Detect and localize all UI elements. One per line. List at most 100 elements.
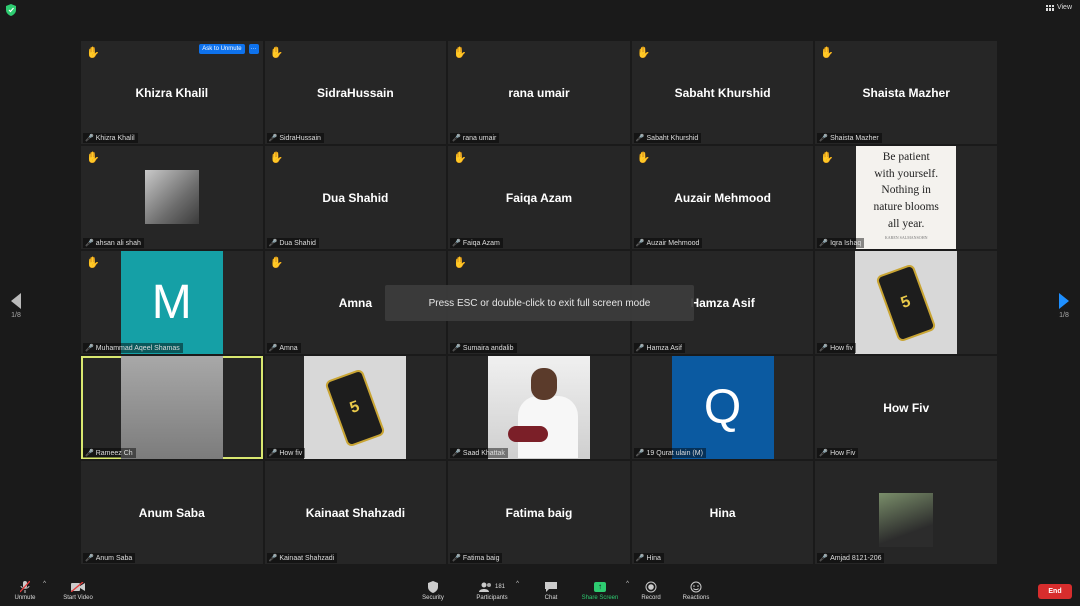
participant-tile[interactable]: Sabaht Khurshid ✋ 🎤 Sabaht Khurshid xyxy=(631,41,814,144)
participant-tile[interactable]: SidraHussain ✋ 🎤 SidraHussain xyxy=(264,41,447,144)
participant-tile[interactable]: Khizra Khalil ✋ Ask to Unmute ··· 🎤 Khizra Kh… xyxy=(81,41,263,144)
participant-name-tag: 🎤 Hina xyxy=(633,553,664,563)
page-indicator-right: 1/8 xyxy=(1059,312,1069,319)
quote-credit: KAREN SALMANSOHN xyxy=(884,235,928,241)
view-label: View xyxy=(1056,4,1072,11)
muted-mic-icon: 🎤 xyxy=(452,555,461,562)
participant-label: Sabaht Khurshid xyxy=(646,134,699,142)
participant-tile[interactable]: Fatima baig 🎤 Fatima baig xyxy=(448,461,630,564)
participant-tile[interactable]: 5 🎤 How fiv xyxy=(815,251,997,354)
participant-name-tag: 🎤 How Fiv xyxy=(817,448,859,458)
muted-mic-icon: 🎤 xyxy=(268,135,278,142)
participant-tile[interactable]: Be patient with yourself. Nothing in nature… xyxy=(815,146,997,249)
participant-label: Dua Shahid xyxy=(279,239,316,247)
participant-tile[interactable]: Q 🎤 19 Qurat ulain (M) xyxy=(631,356,814,459)
chevron-right-icon xyxy=(1059,293,1069,309)
participant-tile[interactable]: Dua Shahid ✋ 🎤 Dua Shahid xyxy=(264,146,447,249)
book-cover-image: 5 xyxy=(855,251,958,354)
muted-mic-icon: 🎤 xyxy=(635,555,645,562)
participant-tile[interactable]: Anum Saba 🎤 Anum Saba xyxy=(81,461,263,564)
participant-name-tag: 🎤 ahsan ali shah xyxy=(83,238,144,248)
muted-mic-icon: 🎤 xyxy=(85,240,94,247)
participant-tile[interactable]: Auzair Mehmood ✋ 🎤 Auzair Mehmood xyxy=(631,146,814,249)
participant-label: Auzair Mehmood xyxy=(646,239,700,247)
raised-hand-icon: ✋ xyxy=(453,47,467,59)
security-label: Security xyxy=(422,595,444,601)
participant-name-tag: 🎤 How fiv xyxy=(266,448,306,458)
participant-name-tag: 🎤 Sabaht Khurshid xyxy=(633,133,702,143)
quote-line: all year. xyxy=(887,217,925,230)
end-meeting-button[interactable]: End xyxy=(1038,584,1072,599)
record-icon xyxy=(639,580,663,593)
participant-name-tag: 🎤 Kainaat Shahzadi xyxy=(266,553,338,563)
participant-label: Hamza Asif xyxy=(646,344,682,352)
participant-label: How Fiv xyxy=(830,449,856,457)
share-screen-button[interactable]: ↑ Share Screen ^ xyxy=(579,580,629,601)
participant-label: Faiqa Azam xyxy=(462,239,500,247)
unmute-button[interactable]: Unmute ^ xyxy=(12,580,46,601)
muted-mic-icon: 🎤 xyxy=(268,555,278,562)
share-options-caret-icon[interactable]: ^ xyxy=(626,581,629,587)
participant-tile[interactable]: Shaista Mazher ✋ 🎤 Shaista Mazher xyxy=(815,41,997,144)
record-button[interactable]: Record xyxy=(639,580,663,601)
participant-tile[interactable]: 🎤 Rameez Ch xyxy=(81,356,263,459)
start-video-button[interactable]: Start Video xyxy=(60,580,96,601)
next-page-button[interactable]: 1/8 xyxy=(1054,293,1074,319)
participant-tile[interactable]: rana umair ✋ 🎤 rana umair xyxy=(448,41,630,144)
participant-label: Anum Saba xyxy=(95,554,133,562)
muted-mic-icon: 🎤 xyxy=(452,240,461,247)
participant-name-tag: 🎤 Hamza Asif xyxy=(633,343,685,353)
participant-name-tag: 🎤 How fiv xyxy=(817,343,857,353)
reactions-icon xyxy=(680,580,712,593)
previous-page-button[interactable]: 1/8 xyxy=(6,293,26,319)
book-cover-image: 5 xyxy=(304,356,407,459)
participant-tile[interactable]: M ✋ 🎤 Muhammad Aqeel Shamas xyxy=(81,251,263,354)
participant-name-tag: 🎤 Rameez Ch xyxy=(83,448,136,458)
participant-tile[interactable]: ✋ 🎤 ahsan ali shah xyxy=(81,146,263,249)
participants-icon: 181 xyxy=(473,580,511,593)
reactions-button[interactable]: Reactions xyxy=(680,580,712,601)
participant-display-name: Dua Shahid xyxy=(322,190,389,205)
muted-mic-icon: 🎤 xyxy=(452,135,461,142)
participant-name-tag: 🎤 Auzair Mehmood xyxy=(633,238,703,248)
view-button[interactable]: View xyxy=(1045,4,1072,11)
unmute-label: Unmute xyxy=(14,595,36,601)
participant-display-name: Sabaht Khurshid xyxy=(674,85,771,100)
participant-tile[interactable]: Hina 🎤 Hina xyxy=(631,461,814,564)
quote-line: Be patient xyxy=(882,151,930,163)
ask-to-unmute-button[interactable]: Ask to Unmute xyxy=(199,44,245,54)
share-screen-label: Share Screen xyxy=(581,595,619,601)
participants-label: Participants xyxy=(476,595,508,601)
participant-tile[interactable]: Faiqa Azam ✋ 🎤 Faiqa Azam xyxy=(448,146,630,249)
participant-name-tag: 🎤 Fatima baig xyxy=(450,553,503,563)
record-label: Record xyxy=(641,595,661,601)
chat-button[interactable]: Chat xyxy=(540,580,562,601)
participant-tile[interactable]: Kainaat Shahzadi 🎤 Kainaat Shahzadi xyxy=(264,461,447,564)
more-options-button[interactable]: ··· xyxy=(248,44,259,54)
participant-name-tag: 🎤 SidraHussain xyxy=(266,133,324,143)
participant-name-tag: 🎤 Muhammad Aqeel Shamas xyxy=(83,343,183,353)
book-card: 5 xyxy=(324,367,387,448)
participant-label: Hina xyxy=(646,554,661,562)
muted-mic-icon: 🎤 xyxy=(452,450,461,457)
raised-hand-icon: ✋ xyxy=(820,152,835,164)
page-indicator-left: 1/8 xyxy=(11,312,21,319)
security-button[interactable]: Security xyxy=(419,580,447,601)
video-off-icon xyxy=(60,580,96,593)
participant-display-name: Anum Saba xyxy=(138,505,205,520)
participant-name-tag: 🎤 Faiqa Azam xyxy=(450,238,503,248)
participant-tile[interactable]: 🎤 Saad Khattak xyxy=(448,356,630,459)
unmute-options-caret-icon[interactable]: ^ xyxy=(43,581,46,587)
participants-button[interactable]: 181 Participants ^ xyxy=(473,580,519,601)
participant-tile[interactable]: How Fiv 🎤 How Fiv xyxy=(815,356,997,459)
muted-mic-icon: 🎤 xyxy=(635,345,645,352)
participants-options-caret-icon[interactable]: ^ xyxy=(516,581,519,587)
muted-mic-icon: 🎤 xyxy=(452,345,461,352)
participant-tile[interactable]: 5 🎤 How fiv xyxy=(264,356,447,459)
participant-label: rana umair xyxy=(462,134,497,142)
muted-mic-icon: 🎤 xyxy=(85,135,94,142)
participant-display-name: Auzair Mehmood xyxy=(674,190,771,205)
participant-name-tag: 🎤 rana umair xyxy=(450,133,500,143)
raised-hand-icon: ✋ xyxy=(269,47,284,59)
participant-tile[interactable]: 🎤 Amjad 8121-206 xyxy=(815,461,997,564)
